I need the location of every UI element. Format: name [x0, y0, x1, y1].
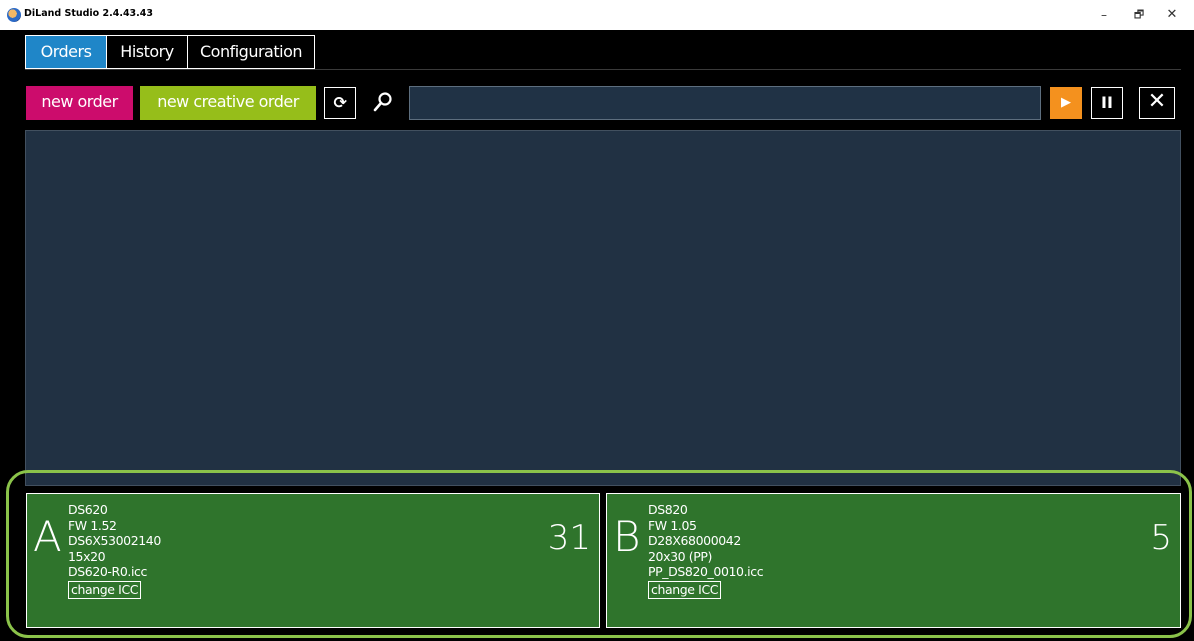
- printer-model: DS620: [68, 502, 108, 517]
- restore-button[interactable]: 🗗: [1129, 6, 1149, 24]
- stop-button[interactable]: ✕: [1139, 87, 1175, 119]
- printer-model: DS820: [648, 502, 688, 517]
- close-icon: ✕: [1147, 89, 1167, 114]
- tab-orders[interactable]: Orders: [25, 35, 107, 69]
- change-icc-button[interactable]: change ICC: [68, 580, 142, 599]
- main-tabs: Orders History Configuration: [25, 35, 315, 69]
- tab-configuration[interactable]: Configuration: [188, 35, 315, 69]
- refresh-button[interactable]: ⟳: [324, 87, 356, 119]
- printer-icc: DS620-R0.icc: [68, 564, 147, 579]
- minimize-button[interactable]: –: [1094, 6, 1114, 24]
- printer-slot-letter: B: [613, 512, 641, 561]
- pause-icon: II: [1101, 93, 1113, 112]
- printer-firmware: FW 1.52: [68, 517, 117, 533]
- printer-remaining-count: 5: [1150, 518, 1172, 558]
- new-order-button[interactable]: new order: [26, 86, 133, 120]
- tabs-divider: [25, 69, 1181, 70]
- printer-media: 15x20: [68, 548, 106, 564]
- orders-list[interactable]: [25, 130, 1181, 486]
- printer-info: DS620 FW 1.52 DS6X53002140 15x20 DS620-R…: [68, 502, 161, 599]
- title-bar: DiLand Studio 2.4.43.43 – 🗗 ✕: [0, 0, 1194, 30]
- refresh-icon: ⟳: [333, 93, 347, 112]
- printer-card-b[interactable]: B DS820 FW 1.05 D28X68000042 20x30 (PP) …: [606, 493, 1181, 628]
- tab-history[interactable]: History: [107, 35, 188, 69]
- printer-info: DS820 FW 1.05 D28X68000042 20x30 (PP) PP…: [648, 502, 764, 599]
- change-icc-button[interactable]: change ICC: [648, 580, 722, 599]
- pause-button[interactable]: II: [1091, 87, 1123, 119]
- printer-card-a[interactable]: A DS620 FW 1.52 DS6X53002140 15x20 DS620…: [26, 493, 600, 628]
- printer-slot-letter: A: [33, 512, 62, 561]
- printer-firmware: FW 1.05: [648, 517, 697, 533]
- search-icon[interactable]: [372, 91, 394, 113]
- close-window-button[interactable]: ✕: [1162, 6, 1182, 24]
- printer-serial: D28X68000042: [648, 533, 741, 548]
- printer-serial: DS6X53002140: [68, 533, 161, 548]
- printer-icc: PP_DS820_0010.icc: [648, 564, 764, 579]
- printer-media: 20x30 (PP): [648, 548, 713, 564]
- new-creative-order-button[interactable]: new creative order: [140, 86, 316, 120]
- play-icon: ▶: [1061, 95, 1071, 110]
- printer-remaining-count: 31: [547, 518, 591, 558]
- search-input[interactable]: [409, 86, 1041, 120]
- window-title: DiLand Studio 2.4.43.43: [24, 8, 154, 19]
- app-logo-icon: [7, 8, 21, 22]
- play-button[interactable]: ▶: [1050, 87, 1082, 119]
